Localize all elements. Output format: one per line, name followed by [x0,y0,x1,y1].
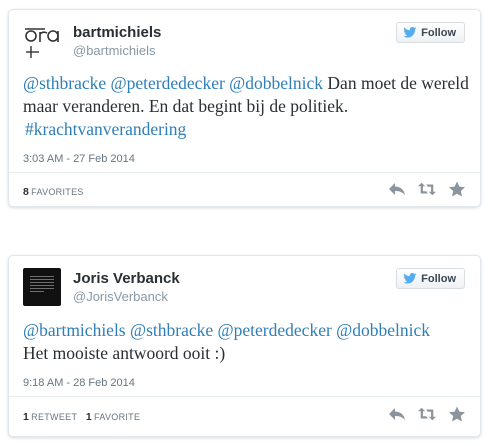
tweet-timestamp[interactable]: 3:03 AM - 27 Feb 2014 [23,153,135,165]
follow-button[interactable]: Follow [396,268,465,289]
twitter-bird-icon [403,27,417,38]
tweet-header: Joris Verbanck @JorisVerbanck Follow [9,256,480,312]
user-fullname[interactable]: bartmichiels [73,24,161,42]
tweet-card: Joris Verbanck @JorisVerbanck Follow @ba… [8,255,481,437]
mention-link[interactable]: @bartmichiels [23,320,126,340]
avatar-text-image [30,276,54,294]
favorites-stat[interactable]: 8 FAVORITES [23,186,84,198]
tweet-stats: 8 FAVORITES [23,186,84,198]
user-handle[interactable]: @bartmichiels [73,43,161,59]
tweet-actions [388,406,466,422]
reply-icon[interactable] [388,406,406,422]
tweet-body: Het mooiste antwoord ooit :) [23,343,226,363]
user-handle[interactable]: @JorisVerbanck [73,289,180,305]
mention-link[interactable]: @peterdedecker [218,320,332,340]
retweet-icon[interactable] [418,181,436,197]
retweets-label: RETWEET [31,412,78,422]
tweet-text: @bartmichiels @sthbracke @peterdedecker … [23,319,473,365]
mention-link[interactable]: @dobbelnick [336,320,430,340]
hashtag-link[interactable]: #krachtvanverandering [25,119,186,139]
tweet-card: bartmichiels @bartmichiels Follow @sthbr… [8,9,481,207]
user-fullname[interactable]: Joris Verbanck [73,270,180,288]
retweet-icon[interactable] [418,406,436,422]
favorites-count: 1 [85,411,93,423]
tweet-text: @sthbracke @peterdedecker @dobbelnick Da… [23,72,473,141]
tweet-timestamp[interactable]: 9:18 AM - 28 Feb 2014 [23,377,135,389]
follow-label: Follow [421,272,456,285]
divider [9,396,480,397]
avatar[interactable] [23,22,61,60]
reply-icon[interactable] [388,181,406,197]
retweets-stat[interactable]: 1 RETWEET [23,411,78,423]
favorite-icon[interactable] [448,406,466,422]
favorites-stat[interactable]: 1 FAVORITE [85,411,141,423]
twitter-bird-icon [403,273,417,284]
follow-label: Follow [421,26,456,39]
favorites-label: FAVORITE [94,412,141,422]
mention-link[interactable]: @dobbelnick [229,73,323,93]
divider [9,172,480,173]
user-names: bartmichiels @bartmichiels [73,24,161,59]
favorites-count: 8 [23,186,30,198]
favorite-icon[interactable] [448,181,466,197]
tweet-actions [388,181,466,197]
tweet-stats: 1 RETWEET 1 FAVORITE [23,411,140,423]
tweet-header: bartmichiels @bartmichiels Follow [9,10,480,66]
mention-link[interactable]: @sthbracke [23,73,106,93]
mention-link[interactable]: @peterdedecker [111,73,225,93]
favorites-label: FAVORITES [31,187,84,197]
mention-link[interactable]: @sthbracke [130,320,213,340]
retweets-count: 1 [23,411,30,423]
bartmichiels-logo-icon [25,28,59,58]
avatar[interactable] [23,268,61,306]
follow-button[interactable]: Follow [396,22,465,43]
user-names: Joris Verbanck @JorisVerbanck [73,270,180,305]
